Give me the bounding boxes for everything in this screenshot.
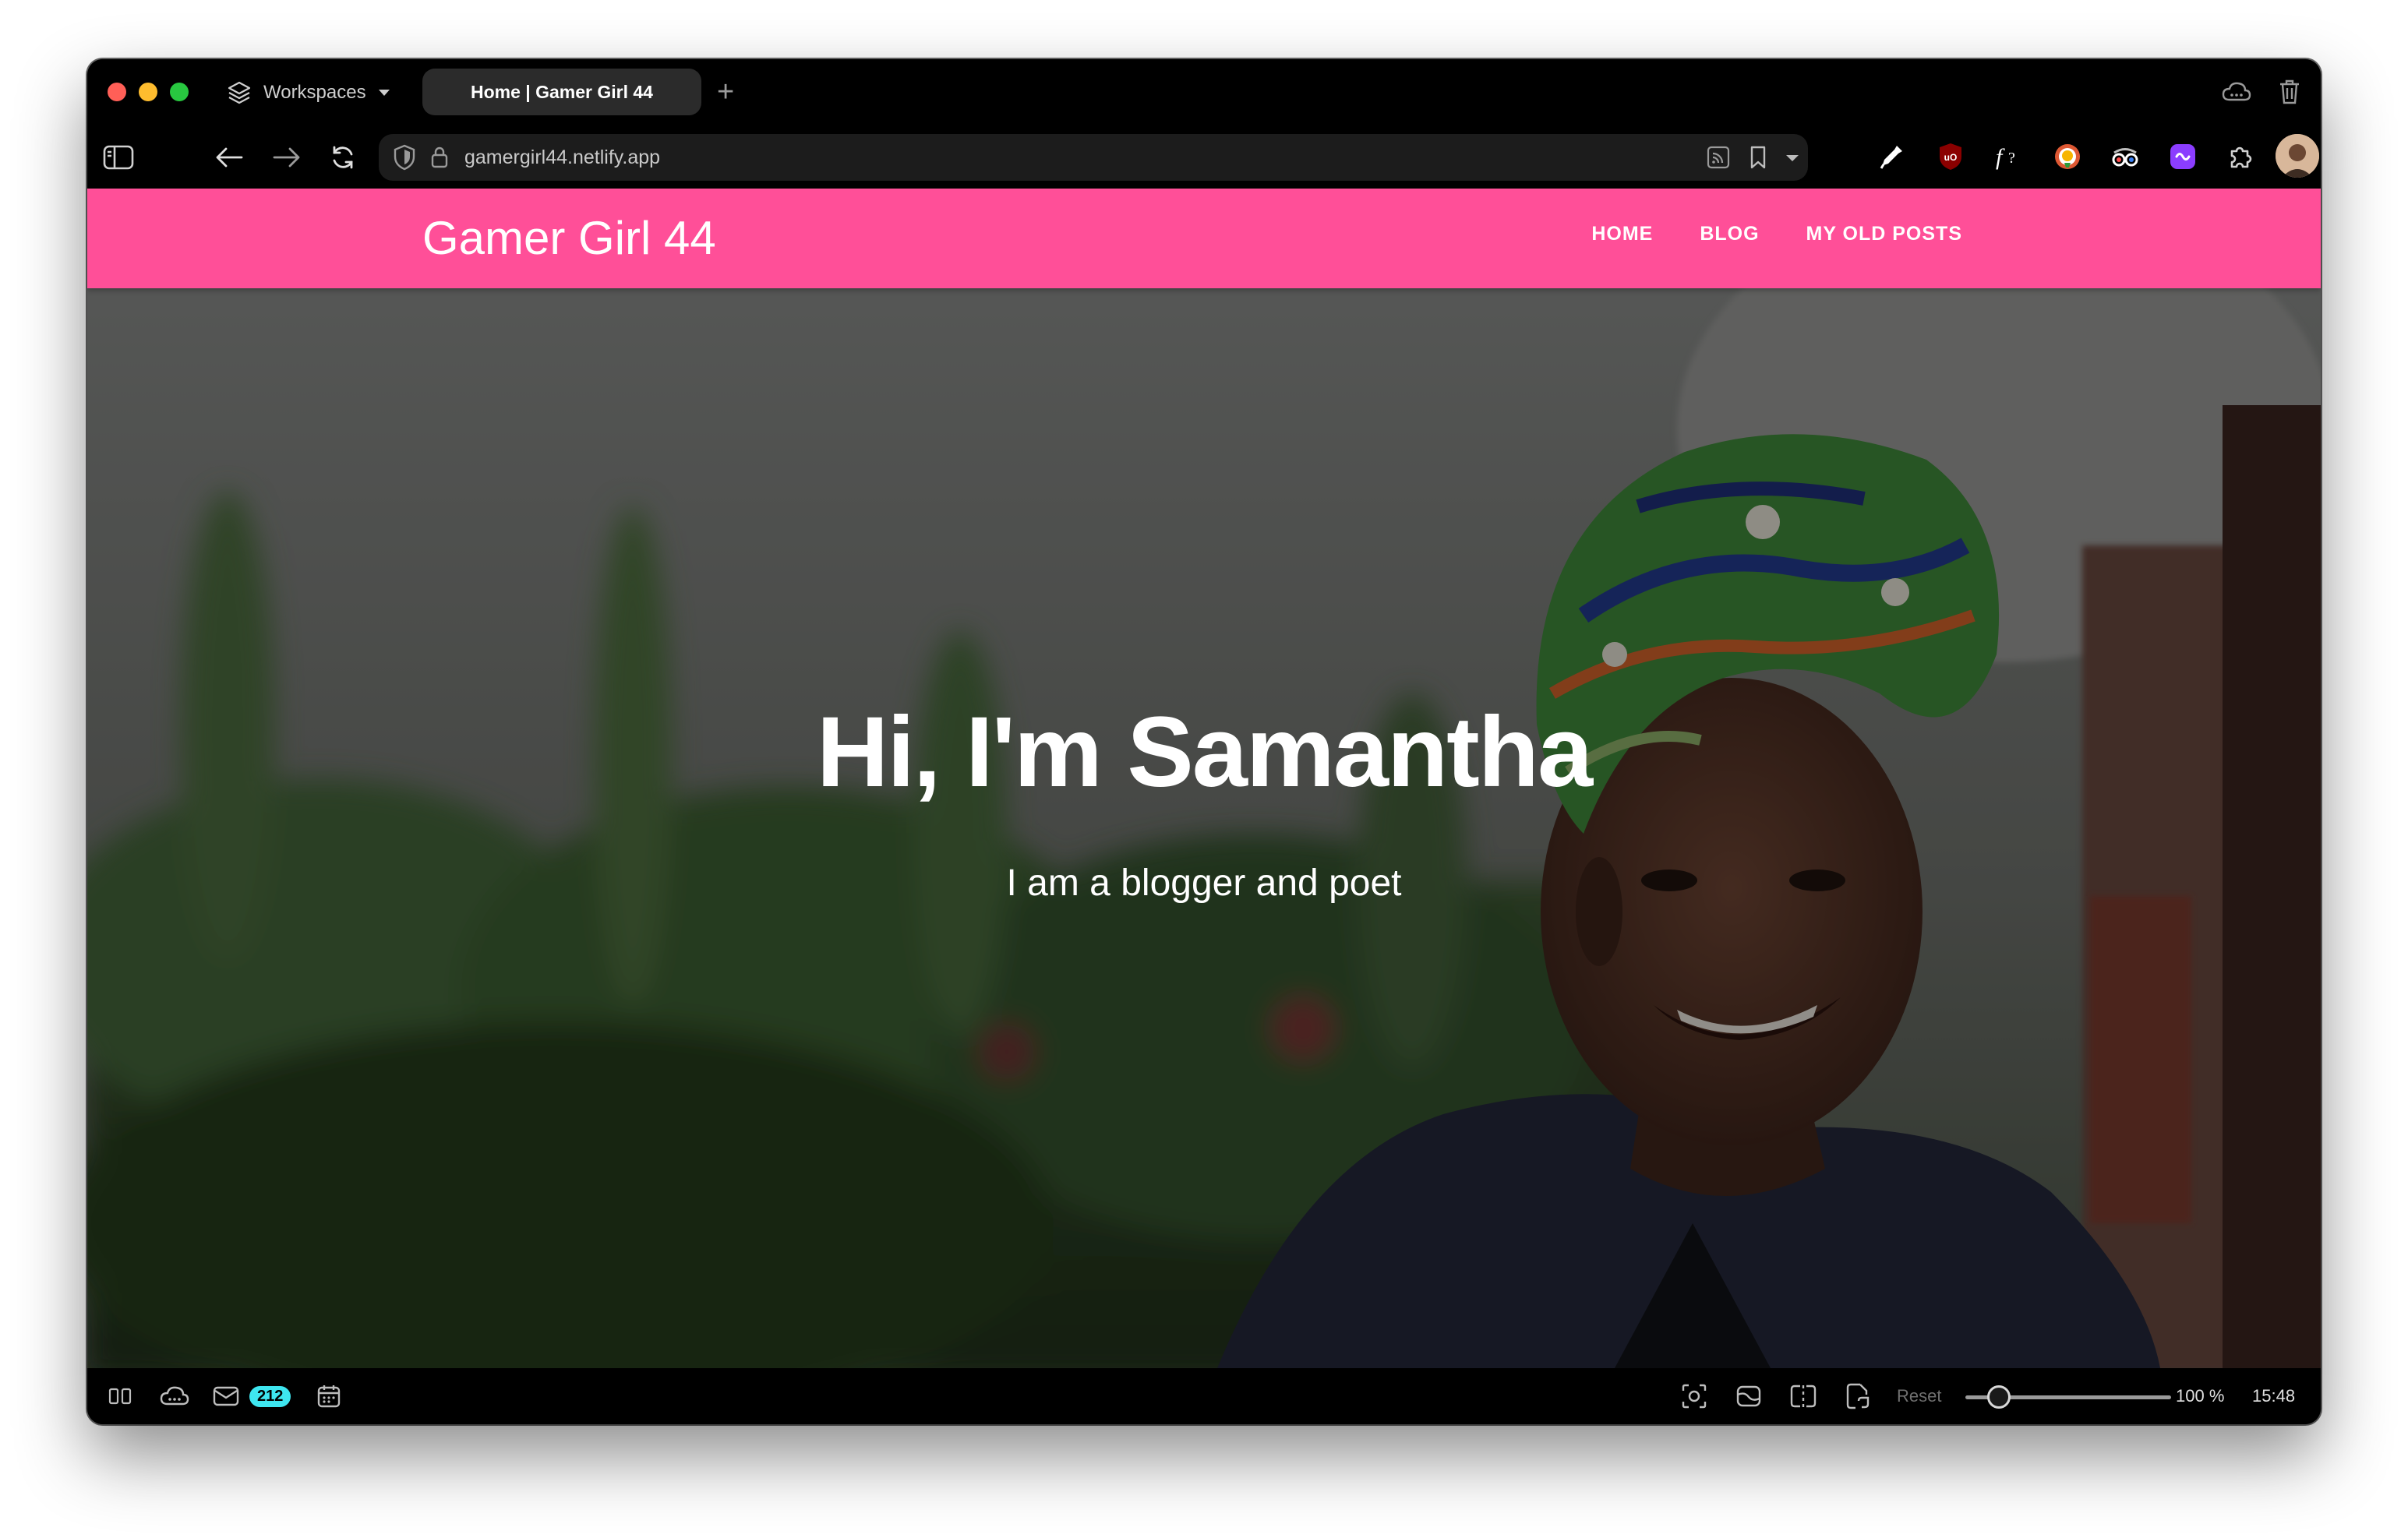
nav-home-link[interactable]: HOME — [1591, 223, 1653, 245]
reload-icon[interactable] — [326, 140, 360, 175]
browser-window: Workspaces Home | Gamer Girl 44 + gamerg… — [87, 59, 2321, 1424]
mail-count-badge[interactable]: 212 — [249, 1381, 291, 1412]
screenshot-icon[interactable] — [1677, 1381, 1711, 1412]
zoom-reset-button[interactable]: Reset — [1897, 1381, 1941, 1412]
cloud-icon[interactable] — [2219, 75, 2254, 109]
trash-icon[interactable] — [2272, 75, 2307, 109]
panels-icon[interactable] — [103, 1381, 137, 1412]
back-arrow-icon[interactable] — [212, 140, 246, 175]
minimize-window-button[interactable] — [139, 83, 157, 101]
web-page: Gamer Girl 44 HOME BLOG MY OLD POSTS Hi,… — [87, 189, 2321, 1368]
site-title[interactable]: Gamer Girl 44 — [422, 209, 716, 268]
nav-blog-link[interactable]: BLOG — [1700, 223, 1759, 245]
tab-title: Home | Gamer Girl 44 — [471, 81, 653, 102]
site-header: Gamer Girl 44 HOME BLOG MY OLD POSTS — [87, 189, 2321, 288]
chevron-down-icon — [377, 88, 391, 97]
hero-section: Hi, I'm Samantha I am a blogger and poet — [87, 288, 2321, 1368]
bookmark-icon[interactable] — [1749, 145, 1767, 174]
address-bar[interactable]: gamergirl44.netlify.app — [379, 134, 1808, 181]
nav-old-posts-link[interactable]: MY OLD POSTS — [1806, 223, 1962, 245]
zoom-slider-thumb[interactable] — [1987, 1385, 2011, 1409]
active-tab[interactable]: Home | Gamer Girl 44 — [422, 69, 701, 115]
page-actions-icon[interactable] — [1841, 1381, 1875, 1412]
zoom-window-button[interactable] — [170, 83, 189, 101]
workspaces-label: Workspaces — [263, 82, 366, 103]
cloud-sync-icon[interactable] — [156, 1381, 193, 1412]
hero-background-photo — [87, 288, 2321, 1368]
svg-text:uO: uO — [1944, 152, 1958, 163]
color-picker-icon[interactable] — [1873, 139, 1909, 175]
capture-icon[interactable] — [1732, 1381, 1766, 1412]
workspaces-button[interactable]: Workspaces — [226, 76, 391, 109]
svg-text:?: ? — [2008, 150, 2015, 167]
workspaces-icon — [226, 79, 252, 106]
url-text[interactable]: gamergirl44.netlify.app — [464, 134, 660, 181]
calendar-icon[interactable] — [312, 1381, 346, 1412]
shield-icon[interactable] — [393, 143, 416, 175]
close-window-button[interactable] — [108, 83, 126, 101]
status-bar: 212 Reset 100 % 15:48 — [87, 1368, 2321, 1424]
clock-text: 15:48 — [2252, 1386, 2296, 1406]
zoom-level: 100 % — [2176, 1381, 2224, 1412]
spy-glasses-icon[interactable] — [2107, 139, 2143, 175]
zoom-level-text: 100 % — [2176, 1386, 2225, 1406]
tiling-icon[interactable] — [1786, 1381, 1820, 1412]
zoom-reset-label: Reset — [1897, 1386, 1942, 1406]
clock: 15:48 — [2252, 1381, 2295, 1412]
site-navigation: HOME BLOG MY OLD POSTS — [1591, 223, 1962, 245]
rss-icon[interactable] — [1707, 146, 1730, 173]
new-tab-button[interactable]: + — [717, 73, 734, 111]
ublock-icon[interactable]: uO — [1933, 139, 1968, 175]
font-finder-icon[interactable]: f? — [1990, 139, 2026, 175]
mail-count: 212 — [249, 1385, 291, 1407]
duckduckgo-icon[interactable] — [2050, 139, 2085, 175]
mail-icon[interactable] — [209, 1381, 243, 1412]
profile-avatar[interactable] — [2276, 134, 2319, 178]
extension-purple-icon[interactable] — [2165, 139, 2201, 175]
navigation-bar: gamergirl44.netlify.app uO f? — [87, 126, 2321, 189]
chevron-down-icon[interactable] — [1785, 153, 1800, 167]
hero-heading: Hi, I'm Samantha — [816, 697, 1593, 808]
forward-arrow-icon[interactable] — [270, 140, 304, 175]
lock-icon — [430, 145, 449, 174]
tab-bar: Workspaces Home | Gamer Girl 44 + — [87, 59, 2321, 126]
puzzle-icon[interactable] — [2223, 139, 2258, 175]
svg-text:f: f — [1996, 144, 2005, 170]
sidebar-toggle-icon[interactable] — [101, 140, 136, 175]
hero-subheading: I am a blogger and poet — [1006, 862, 1402, 904]
